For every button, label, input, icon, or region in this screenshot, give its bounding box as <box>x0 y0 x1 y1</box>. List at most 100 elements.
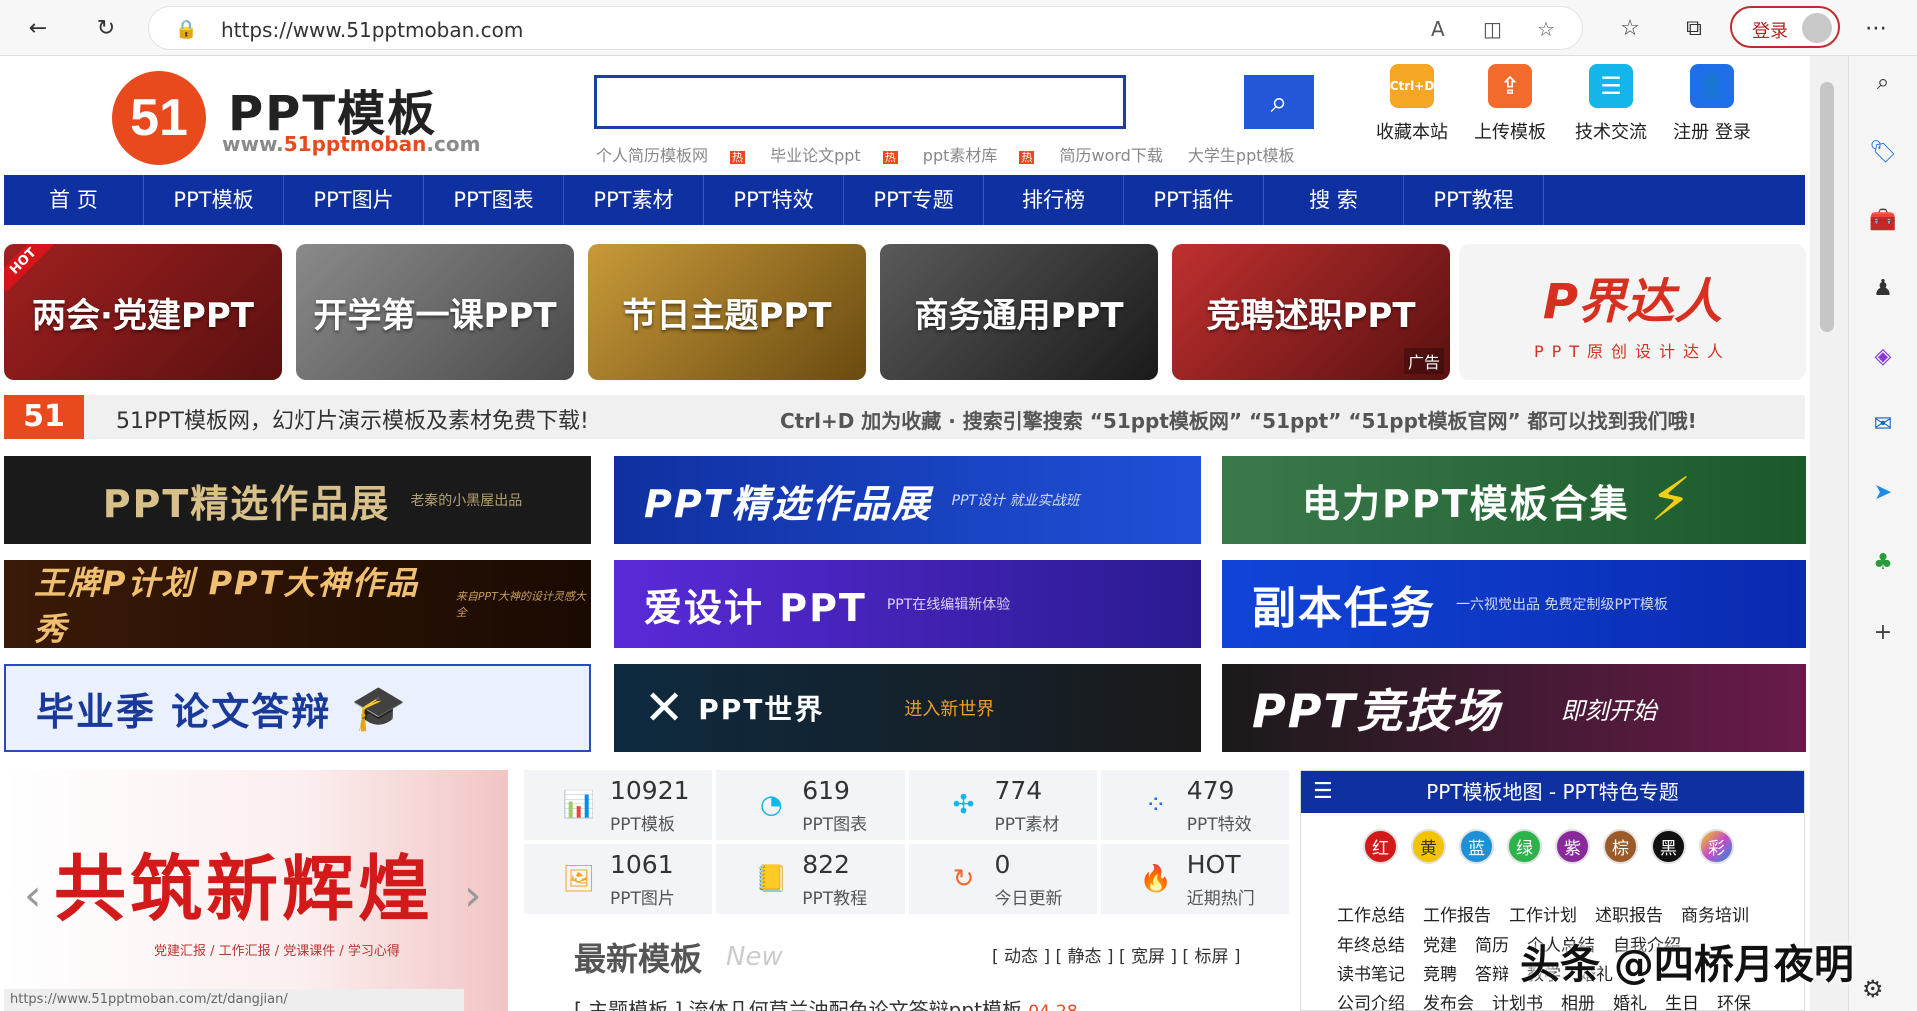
category-card-competition[interactable]: 竞聘述职PPT 广告 <box>1172 244 1450 380</box>
back-icon[interactable]: ← <box>20 10 56 46</box>
tech-exchange-link[interactable]: ☰ 技术交流 <box>1566 64 1656 144</box>
search-button[interactable]: ⌕ <box>1244 75 1314 129</box>
toolbox-icon[interactable]: 🧰 <box>1867 204 1899 236</box>
lock-icon: 🔒 <box>175 19 198 40</box>
add-icon[interactable]: + <box>1867 616 1899 648</box>
hot-word[interactable]: ppt素材库热 <box>923 146 1035 165</box>
category-card-business[interactable]: 商务通用PPT <box>880 244 1158 380</box>
banner-graduation[interactable]: 毕业季 论文答辩 🎓 <box>4 664 591 752</box>
banner-power-ppt[interactable]: 电力PPT模板合集 ⚡ <box>1222 456 1806 544</box>
nav-home[interactable]: 首 页 <box>4 175 144 225</box>
lightning-icon: ⚡ <box>1649 465 1692 535</box>
search-input[interactable] <box>594 75 1126 129</box>
search-icon: ⌕ <box>1270 84 1288 120</box>
hot-word[interactable]: 简历word下载 <box>1059 146 1162 165</box>
banner-ppt-arena[interactable]: PPT竞技场 即刻开始 <box>1222 664 1806 752</box>
ppt-file-icon: 📊 <box>562 790 596 820</box>
ctrl-d-icon: Ctrl+D <box>1390 64 1434 108</box>
tag-row: 公司介绍 发布会 计划书 相册 婚礼 生日 环保 <box>1337 994 1751 1011</box>
more-menu-icon[interactable]: ⋯ <box>1858 10 1894 46</box>
upload-icon: ⇪ <box>1488 64 1532 108</box>
banner-ace-plan[interactable]: 王牌P计划 PPT大神作品秀 来自PPT大神的设计灵感大全 <box>4 560 591 648</box>
address-bar[interactable]: 🔒 https://www.51pptmoban.com A ◫ ☆ <box>148 6 1583 50</box>
favorites-icon[interactable]: ☆ <box>1612 10 1648 46</box>
tree-icon[interactable]: ♣ <box>1867 546 1899 578</box>
category-card-pjie-daren[interactable]: P界达人 PPT原创设计达人 <box>1459 244 1806 380</box>
color-purple[interactable]: 紫 <box>1555 829 1590 864</box>
banner-ppt-world[interactable]: ✕ PPT世界 进入新世界 <box>614 664 1201 752</box>
pie-chart-icon: ◔ <box>759 790 783 820</box>
settings-gear-icon[interactable]: ⚙ <box>1862 975 1884 1003</box>
scrollbar-thumb[interactable] <box>1820 82 1834 332</box>
hot-badge: HOT <box>4 244 54 292</box>
stat-ppt-charts[interactable]: ◔ 619 PPT图表 <box>716 770 905 840</box>
nav-ppt-tutorials[interactable]: PPT教程 <box>1404 175 1544 225</box>
latest-filters[interactable]: [ 动态 ] [ 静态 ] [ 宽屏 ] [ 标屏 ] <box>992 942 1241 967</box>
category-card-party[interactable]: HOT 两会·党建PPT <box>4 244 282 380</box>
graduation-cap-icon: 🎓 <box>351 683 407 734</box>
chess-icon[interactable]: ♟ <box>1867 272 1899 304</box>
office-icon[interactable]: ◈ <box>1867 340 1899 372</box>
nav-ppt-materials[interactable]: PPT素材 <box>564 175 704 225</box>
send-icon[interactable]: ➤ <box>1867 476 1899 508</box>
stat-ppt-materials[interactable]: ✣ 774 PPT素材 <box>908 770 1097 840</box>
refresh-icon[interactable]: ↻ <box>88 10 124 46</box>
slider-next-icon[interactable]: › <box>464 870 482 921</box>
nav-ppt-plugins[interactable]: PPT插件 <box>1124 175 1264 225</box>
banner-showcase-1[interactable]: PPT精选作品展 老秦的小黑屋出品 <box>4 456 591 544</box>
stat-ppt-templates[interactable]: 📊 10921 PPT模板 <box>524 770 713 840</box>
banner-showcase-2[interactable]: PPT精选作品展 PPT设计 就业实战班 <box>614 456 1201 544</box>
category-card-school[interactable]: 开学第一课PPT <box>296 244 574 380</box>
nav-ppt-topics[interactable]: PPT专题 <box>844 175 984 225</box>
register-login-link[interactable]: 👤 注册 登录 <box>1667 64 1757 144</box>
login-button[interactable]: 登录 <box>1730 6 1840 48</box>
color-red[interactable]: 红 <box>1363 829 1398 864</box>
site-logo-mark[interactable]: 51 <box>112 71 206 165</box>
banner-aisheji[interactable]: 爱设计 PPT PPT在线编辑新体验 <box>614 560 1201 648</box>
feature-slider[interactable]: 共筑新辉煌 党建汇报 / 工作汇报 / 党课课件 / 学习心得 ‹ › http… <box>4 770 508 1011</box>
stat-ppt-images[interactable]: 🖼 1061 PPT图片 <box>524 844 713 914</box>
hot-search-words: 个人简历模板网热 毕业论文ppt 热 ppt素材库热 简历word下载 大学生pp… <box>596 142 1315 166</box>
hot-word[interactable]: 个人简历模板网热 <box>596 146 746 165</box>
color-blue[interactable]: 蓝 <box>1459 829 1494 864</box>
add-favorite-icon[interactable]: ☆ <box>1537 17 1555 41</box>
color-colorful[interactable]: 彩 <box>1699 829 1734 864</box>
banner-copy-task[interactable]: 副本任务 一六视觉出品 免费定制级PPT模板 <box>1222 560 1806 648</box>
nav-search[interactable]: 搜 索 <box>1264 175 1404 225</box>
color-black[interactable]: 黑 <box>1651 829 1686 864</box>
bookmark-site-link[interactable]: Ctrl+D 收藏本站 <box>1367 64 1457 144</box>
color-green[interactable]: 绿 <box>1507 829 1542 864</box>
upload-template-link[interactable]: ⇪ 上传模板 <box>1465 64 1555 144</box>
stat-ppt-effects[interactable]: ⁘ 479 PPT特效 <box>1100 770 1289 840</box>
tag-icon[interactable]: 🏷 <box>1867 136 1899 168</box>
category-card-festival[interactable]: 节日主题PPT <box>588 244 866 380</box>
stat-ppt-tutorials[interactable]: 📒 822 PPT教程 <box>716 844 905 914</box>
hot-word[interactable]: 毕业论文ppt 热 <box>770 146 898 165</box>
puzzle-icon: ✣ <box>952 790 975 820</box>
stat-today-updates[interactable]: ↻ 0 今日更新 <box>908 844 1097 914</box>
browser-toolbar: ← ↻ 🔒 https://www.51pptmoban.com A ◫ ☆ ☆… <box>0 0 1917 56</box>
stat-recent-hot[interactable]: 🔥 HOT 近期热门 <box>1100 844 1289 914</box>
nav-ppt-effects[interactable]: PPT特效 <box>704 175 844 225</box>
nav-ppt-images[interactable]: PPT图片 <box>284 175 424 225</box>
nav-ppt-templates[interactable]: PPT模板 <box>144 175 284 225</box>
page-content: 51 PPT模板 www.51pptmoban.com ⌕ 个人简历模板网热 毕… <box>0 56 1810 1011</box>
url-text: https://www.51pptmoban.com <box>221 18 524 42</box>
watermark-text: 头条 @四桥月夜明 <box>1520 942 1854 988</box>
hot-word[interactable]: 大学生ppt模板 <box>1188 146 1295 165</box>
slider-status-url: https://www.51pptmoban.com/zt/dangjian/ <box>4 989 464 1011</box>
ad-tag: 广告 <box>1403 348 1444 374</box>
slider-prev-icon[interactable]: ‹ <box>24 870 42 921</box>
page-scrollbar[interactable] <box>1810 56 1848 1011</box>
nav-ppt-charts[interactable]: PPT图表 <box>424 175 564 225</box>
color-brown[interactable]: 棕 <box>1603 829 1638 864</box>
collections-icon[interactable]: ⧉ <box>1676 10 1712 46</box>
color-yellow[interactable]: 黄 <box>1411 829 1446 864</box>
notebook-icon: 📒 <box>755 864 788 894</box>
list-item[interactable]: [ 主题模板 ] 流体几何草兰油配色论文答辩ppt模板 04-28 <box>574 994 1078 1011</box>
nav-ranking[interactable]: 排行榜 <box>984 175 1124 225</box>
split-screen-icon[interactable]: ◫ <box>1483 17 1502 41</box>
search-icon[interactable]: ⌕ <box>1867 66 1899 98</box>
read-aloud-icon[interactable]: A <box>1431 17 1445 41</box>
outlook-icon[interactable]: ✉ <box>1867 408 1899 440</box>
